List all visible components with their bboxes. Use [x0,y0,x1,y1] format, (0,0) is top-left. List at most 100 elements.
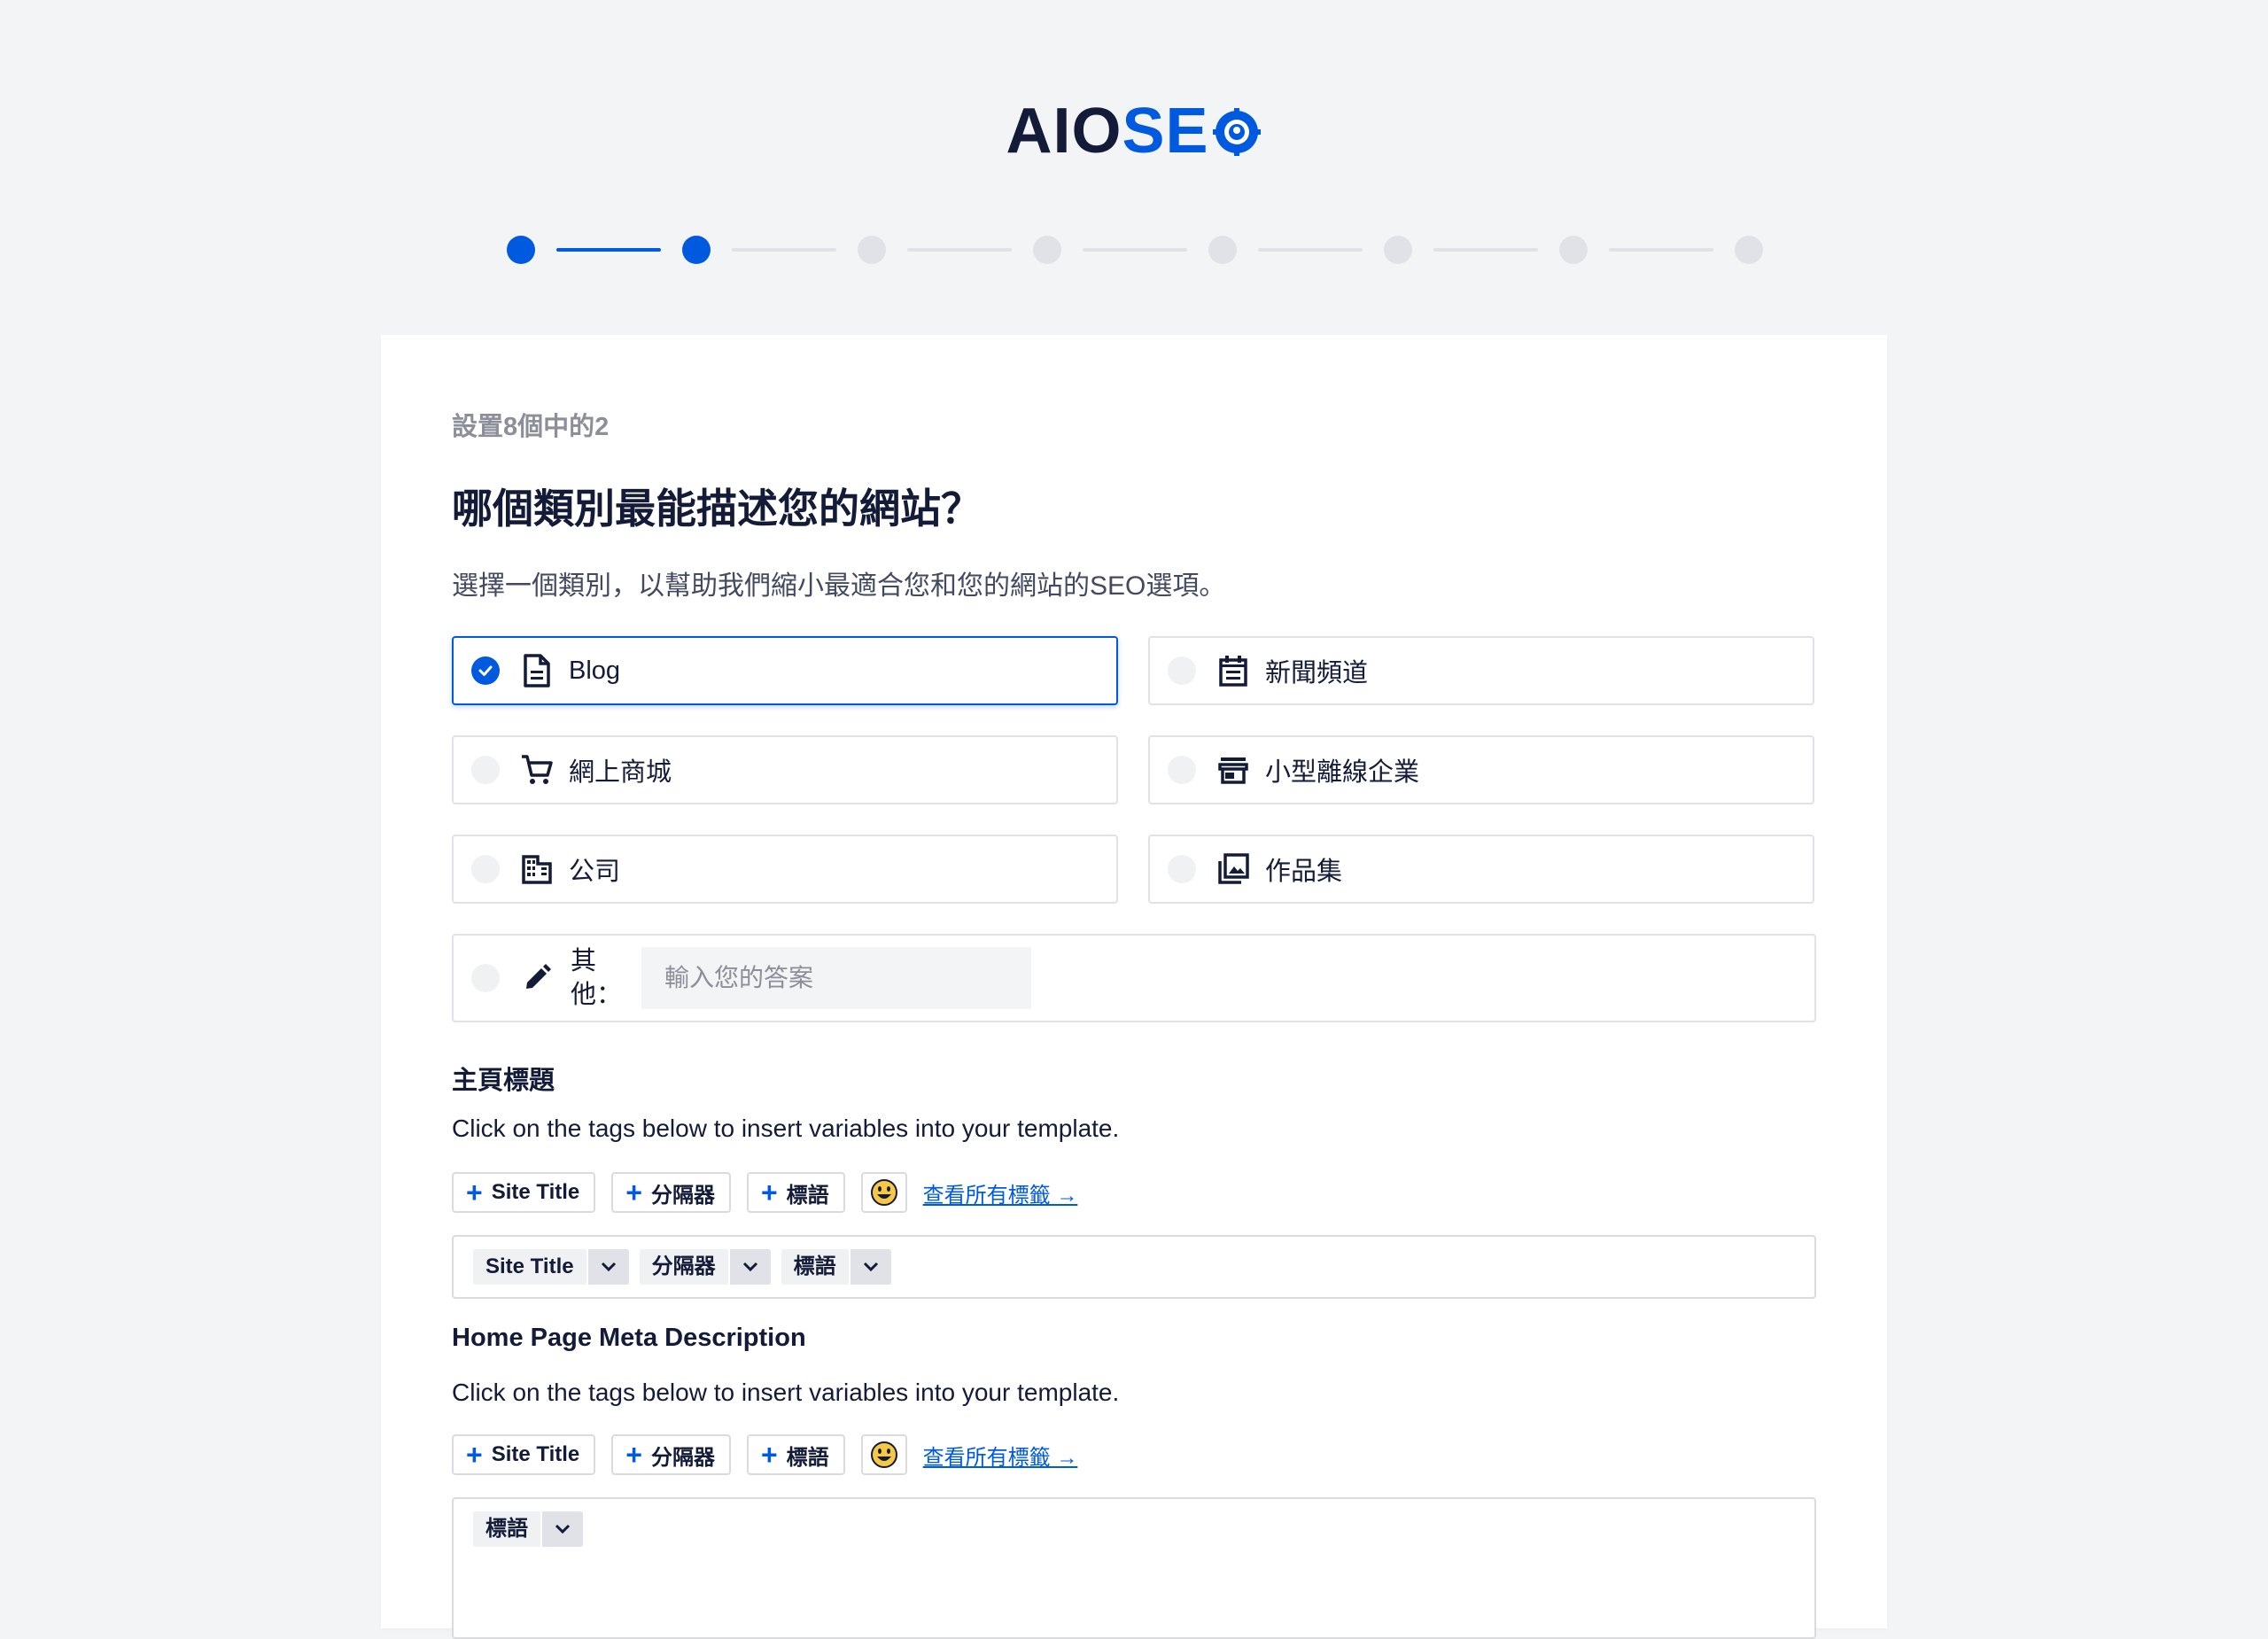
radio-unchecked[interactable] [471,855,500,883]
category-label: 網上商城 [569,758,672,787]
category-option-blog[interactable]: Blog [452,636,1118,705]
home-title-tag-buttons: + Site Title + 分隔器 + 標語 查看所有標籤 → [452,1171,1077,1214]
step-dot-6 [1384,236,1412,264]
home-title-chips: Site Title 分隔器 標語 [473,1249,902,1285]
plus-icon: + [466,1439,483,1471]
step-dot-4 [1033,236,1061,264]
page-subtitle: 選擇一個類別，以幫助我們縮小最適合您和您的網站的SEO選項。 [452,571,1226,601]
gear-icon [1211,101,1262,172]
home-title-editor[interactable]: Site Title 分隔器 標語 [452,1235,1816,1299]
check-icon [478,665,493,676]
tag-button-label: 分隔器 [650,1183,715,1208]
plus-icon: + [625,1439,642,1471]
other-answer-input[interactable] [641,947,1031,1009]
chip-label: 分隔器 [639,1249,728,1285]
chevron-down-icon[interactable] [850,1249,891,1285]
plus-icon: + [760,1439,778,1471]
tag-button-label: 標語 [786,1445,829,1470]
meta-description-help: Click on the tags below to insert variab… [452,1379,1120,1406]
category-option-ecommerce[interactable]: 網上商城 [452,735,1118,804]
chip-label: 標語 [781,1249,849,1285]
radio-checked[interactable] [471,656,500,685]
chevron-down-icon[interactable] [542,1511,583,1547]
step-dot-3 [858,236,886,264]
radio-unchecked[interactable] [471,756,500,784]
step-dot-2 [682,236,711,264]
calendar-icon [1216,653,1251,688]
tag-chip-tagline[interactable]: 標語 [473,1511,583,1547]
emoji-picker-button[interactable] [860,1434,907,1475]
step-dot-1 [507,236,535,264]
category-option-portfolio[interactable]: 作品集 [1148,835,1814,904]
chevron-down-icon[interactable] [587,1249,629,1285]
category-label: 新聞頻道 [1265,659,1369,687]
store-icon [1216,752,1251,788]
category-option-other[interactable]: 其 他： [452,934,1816,1022]
meta-description-tag-buttons: + Site Title + 分隔器 + 標語 查看所有標籤 → [452,1433,1077,1476]
gallery-icon [1216,851,1251,887]
insert-separator-button[interactable]: + 分隔器 [611,1172,731,1213]
step-line-1 [556,248,661,252]
page-title: 哪個類別最能描述您的網站？ [452,485,982,532]
plus-icon: + [625,1177,642,1208]
home-title-heading: 主頁標題 [452,1067,555,1095]
document-icon [519,653,555,688]
category-option-news[interactable]: 新聞頻道 [1148,636,1814,705]
step-dot-5 [1208,236,1237,264]
other-label-line2: 他： [571,981,623,1009]
setup-progress-stepper [507,236,1765,264]
step-dot-7 [1559,236,1588,264]
meta-description-heading: Home Page Meta Description [452,1324,806,1352]
insert-tagline-button[interactable]: + 標語 [746,1434,845,1475]
building-icon [519,851,555,887]
radio-unchecked[interactable] [1168,756,1196,784]
tag-chip-site-title[interactable]: Site Title [473,1249,629,1285]
chip-label: 標語 [473,1511,540,1547]
insert-site-title-button[interactable]: + Site Title [452,1172,596,1213]
category-option-company[interactable]: 公司 [452,835,1118,904]
radio-unchecked[interactable] [1168,855,1196,883]
cart-icon [519,752,555,788]
category-label: 公司 [569,858,621,886]
home-title-help: Click on the tags below to insert variab… [452,1115,1120,1142]
tag-button-label: Site Title [491,1442,580,1466]
step-line-3 [907,248,1012,252]
other-label: 其 他： [571,944,623,1012]
pencil-icon [519,960,555,996]
other-label-line1: 其 [571,947,597,975]
step-line-2 [732,248,836,252]
insert-separator-button[interactable]: + 分隔器 [611,1434,731,1475]
setup-wizard-card: 設置8個中的2 哪個類別最能描述您的網站？ 選擇一個類別，以幫助我們縮小最適合您… [381,335,1887,1639]
chip-label: Site Title [473,1249,586,1285]
category-label: 小型離線企業 [1265,758,1420,787]
tag-button-label: Site Title [491,1180,580,1204]
logo-text-se: SE [1122,96,1209,167]
view-all-tags-link[interactable]: 查看所有標籤 → [923,1177,1078,1208]
meta-description-editor[interactable]: 標語 [452,1497,1816,1639]
category-option-local-business[interactable]: 小型離線企業 [1148,735,1814,804]
tag-chip-tagline[interactable]: 標語 [781,1249,891,1285]
meta-description-chips: 標語 [473,1511,594,1547]
category-label: Blog [569,656,621,685]
emoji-picker-button[interactable] [860,1172,907,1213]
insert-site-title-button[interactable]: + Site Title [452,1434,596,1475]
step-line-4 [1083,248,1187,252]
insert-tagline-button[interactable]: + 標語 [746,1172,845,1213]
radio-unchecked[interactable] [1168,656,1196,685]
tag-button-label: 標語 [786,1183,829,1208]
step-label: 設置8個中的2 [452,413,610,441]
logo-text-aio: AIO [1006,96,1122,167]
step-dot-8 [1735,236,1763,264]
tag-chip-separator[interactable]: 分隔器 [639,1249,771,1285]
radio-unchecked[interactable] [471,964,500,992]
chevron-down-icon[interactable] [729,1249,771,1285]
aioseo-logo: AIOSE [0,96,2268,172]
smiley-icon [870,1179,897,1206]
step-line-7 [1609,248,1713,252]
smiley-icon [870,1441,897,1468]
plus-icon: + [760,1177,778,1208]
view-all-tags-link[interactable]: 查看所有標籤 → [923,1440,1078,1471]
plus-icon: + [466,1177,483,1208]
step-line-6 [1433,248,1538,252]
step-line-5 [1258,248,1363,252]
